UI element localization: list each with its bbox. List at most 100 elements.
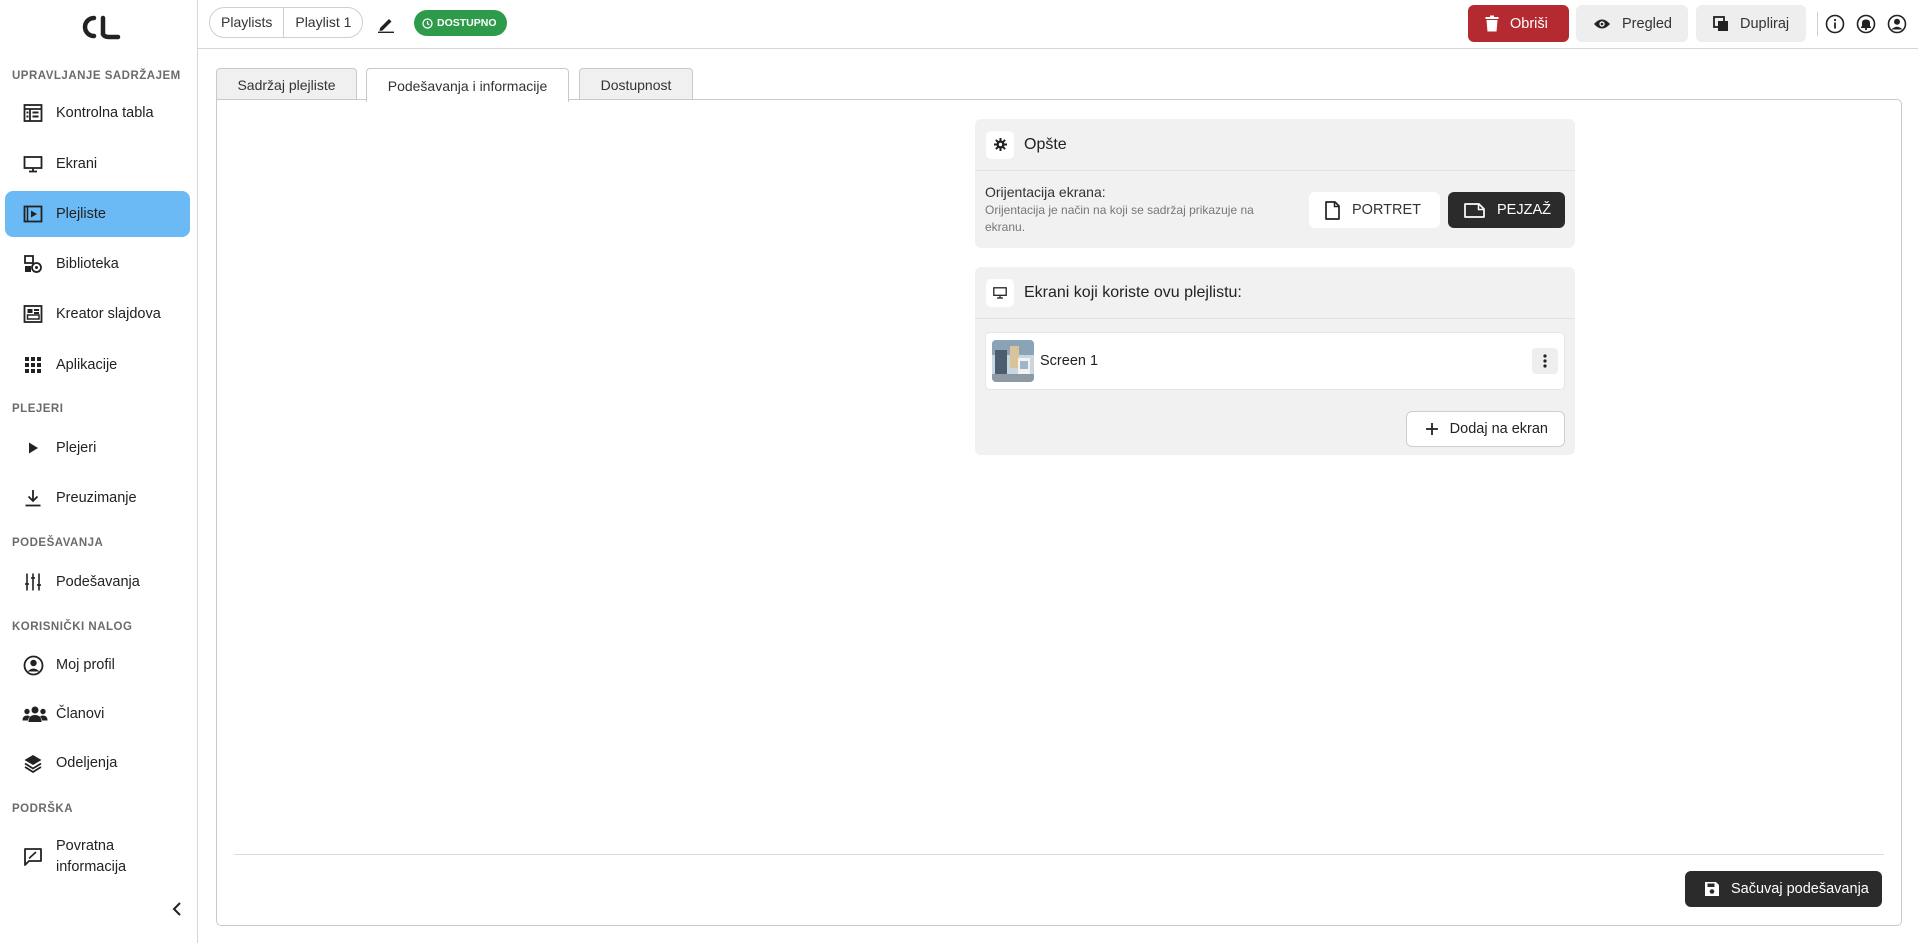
info-icon bbox=[1825, 14, 1845, 34]
screens-card-header: Ekrani koji koriste ovu plejlistu: bbox=[975, 267, 1575, 319]
play-icon bbox=[22, 437, 44, 459]
chevron-left-icon bbox=[171, 901, 183, 917]
sidebar-item-apps[interactable]: Aplikacije bbox=[5, 342, 190, 388]
collapse-sidebar-button[interactable] bbox=[168, 900, 186, 918]
settings-panel: Opšte Orijentacija ekrana: Orijentacija … bbox=[216, 99, 1902, 926]
sidebar-item-download[interactable]: Preuzimanje bbox=[5, 475, 190, 521]
gear-icon bbox=[986, 130, 1014, 159]
add-to-screen-button[interactable]: Dodaj na ekran bbox=[1405, 411, 1565, 447]
preview-label: Pregled bbox=[1622, 15, 1672, 32]
sidebar-item-label: Plejliste bbox=[56, 205, 106, 222]
sidebar: UPRAVLJANJE SADRŽAJEM Kontrolna tabla Ek… bbox=[0, 0, 198, 943]
save-settings-button[interactable]: Sačuvaj podešavanja bbox=[1685, 871, 1882, 907]
topbar-divider bbox=[1817, 12, 1818, 36]
notifications-button[interactable] bbox=[1855, 13, 1877, 35]
status-badge: DOSTUPNO bbox=[414, 10, 507, 36]
topbar: Playlists Playlist 1 DOSTUPNO Obriši Pre… bbox=[198, 0, 1918, 49]
section-label-account: KORISNIČKI NALOG bbox=[12, 621, 133, 633]
landscape-label: PEJZAŽ bbox=[1497, 202, 1551, 218]
tab-availability[interactable]: Dostupnost bbox=[579, 68, 693, 100]
sidebar-item-my-profile[interactable]: Moj profil bbox=[5, 642, 190, 688]
info-button[interactable] bbox=[1824, 13, 1846, 35]
tab-settings-info[interactable]: Podešavanja i informacije bbox=[366, 68, 569, 102]
breadcrumb: Playlists Playlist 1 bbox=[209, 7, 364, 38]
sidebar-item-label: Podešavanja bbox=[56, 573, 140, 590]
list-item[interactable]: Screen 1 bbox=[985, 332, 1565, 390]
portrait-button[interactable]: PORTRET bbox=[1309, 192, 1440, 228]
screens-card-title: Ekrani koji koriste ovu plejlistu: bbox=[1024, 283, 1242, 301]
dashboard-icon bbox=[22, 102, 44, 124]
sidebar-item-screens[interactable]: Ekrani bbox=[5, 141, 190, 187]
section-label-support: PODRŠKA bbox=[12, 803, 74, 815]
sidebar-item-label: Članovi bbox=[56, 705, 105, 722]
sidebar-item-library[interactable]: Biblioteka bbox=[5, 241, 190, 287]
preview-button[interactable]: Pregled bbox=[1576, 5, 1688, 42]
footer-divider bbox=[234, 854, 1884, 855]
eye-icon bbox=[1593, 18, 1611, 30]
plus-icon bbox=[1425, 422, 1439, 436]
breadcrumb-current[interactable]: Playlist 1 bbox=[283, 8, 362, 37]
user-circle-icon bbox=[22, 654, 44, 676]
apps-grid-icon bbox=[22, 354, 44, 376]
sidebar-item-playlists[interactable]: Plejliste bbox=[5, 191, 190, 237]
duplicate-label: Dupliraj bbox=[1740, 15, 1790, 32]
more-vertical-icon bbox=[1543, 354, 1547, 368]
orientation-label: Orijentacija ekrana: bbox=[985, 184, 1106, 200]
general-card-title: Opšte bbox=[1024, 135, 1067, 153]
sidebar-item-label: Ekrani bbox=[56, 155, 98, 172]
edit-name-button[interactable] bbox=[374, 12, 398, 36]
app-logo[interactable] bbox=[74, 14, 122, 40]
save-icon bbox=[1704, 881, 1720, 897]
sidebar-item-players[interactable]: Plejeri bbox=[5, 425, 190, 471]
sidebar-item-dashboard[interactable]: Kontrolna tabla bbox=[5, 90, 190, 136]
portrait-label: PORTRET bbox=[1352, 202, 1422, 218]
screen-thumbnail bbox=[992, 340, 1034, 382]
playlist-icon bbox=[22, 203, 44, 225]
sidebar-item-label: Kreator slajdova bbox=[56, 305, 161, 322]
sidebar-item-slide-creator[interactable]: Kreator slajdova bbox=[5, 291, 190, 337]
screens-card: Ekrani koji koriste ovu plejlistu: Scree… bbox=[975, 267, 1575, 455]
general-card-header: Opšte bbox=[975, 119, 1575, 171]
members-icon bbox=[22, 703, 48, 725]
save-settings-label: Sačuvaj podešavanja bbox=[1731, 881, 1869, 897]
section-label-players: PLEJERI bbox=[12, 403, 64, 415]
slide-creator-icon bbox=[22, 303, 44, 325]
portrait-page-icon bbox=[1325, 200, 1340, 220]
monitor-icon bbox=[22, 153, 44, 175]
screen-options-button[interactable] bbox=[1532, 348, 1558, 374]
screen-name: Screen 1 bbox=[1040, 353, 1099, 369]
landscape-button[interactable]: PEJZAŽ bbox=[1448, 192, 1565, 228]
layers-icon bbox=[22, 752, 44, 774]
sidebar-item-label: Odeljenja bbox=[56, 754, 118, 771]
orientation-description: Orijentacija je način na koji se sadržaj… bbox=[985, 203, 1254, 234]
section-label-settings: PODEŠAVANJA bbox=[12, 537, 104, 549]
download-icon bbox=[22, 487, 44, 509]
sidebar-item-feedback[interactable]: Povratna informacija bbox=[5, 832, 190, 882]
clock-icon bbox=[422, 17, 433, 29]
trash-icon bbox=[1485, 15, 1499, 32]
sidebar-item-label: Kontrolna tabla bbox=[56, 104, 154, 121]
monitor-icon bbox=[986, 278, 1014, 307]
duplicate-button[interactable]: Dupliraj bbox=[1696, 5, 1806, 42]
add-to-screen-label: Dodaj na ekran bbox=[1449, 421, 1548, 437]
account-button[interactable] bbox=[1886, 13, 1908, 35]
copy-icon bbox=[1713, 15, 1729, 32]
sidebar-item-departments[interactable]: Odeljenja bbox=[5, 740, 190, 786]
sidebar-item-label: Preuzimanje bbox=[56, 489, 137, 506]
sidebar-item-label: Povratna informacija bbox=[56, 838, 127, 875]
sidebar-item-members[interactable]: Članovi bbox=[5, 691, 190, 737]
library-icon bbox=[22, 253, 44, 275]
delete-button[interactable]: Obriši bbox=[1468, 5, 1569, 42]
sidebar-item-label: Aplikacije bbox=[56, 356, 118, 373]
sliders-icon bbox=[22, 571, 44, 593]
pencil-icon bbox=[377, 15, 395, 33]
breadcrumb-playlists[interactable]: Playlists bbox=[210, 8, 283, 37]
sidebar-item-label: Biblioteka bbox=[56, 255, 119, 272]
landscape-page-icon bbox=[1464, 202, 1485, 218]
account-icon bbox=[1887, 14, 1907, 34]
tab-playlist-content[interactable]: Sadržaj plejliste bbox=[216, 68, 357, 100]
bell-icon bbox=[1856, 14, 1876, 34]
sidebar-item-settings[interactable]: Podešavanja bbox=[5, 559, 190, 605]
feedback-icon bbox=[22, 846, 44, 868]
status-text: DOSTUPNO bbox=[437, 17, 497, 29]
